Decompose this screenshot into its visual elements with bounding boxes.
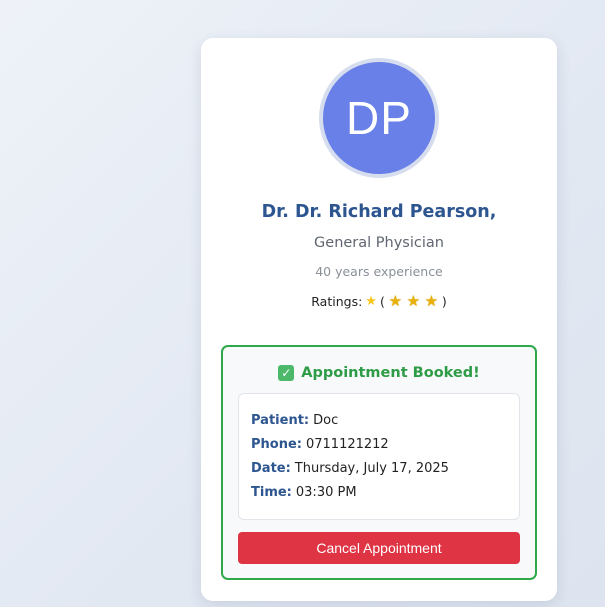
- detail-label: Date:: [251, 461, 291, 476]
- detail-row-phone: Phone: 0711121212: [251, 435, 507, 459]
- detail-label: Time:: [251, 485, 292, 500]
- appointment-details: Patient: Doc Phone: 0711121212 Date: Thursd…: [238, 393, 520, 520]
- booking-title-text: Appointment Booked!: [301, 365, 480, 381]
- doctor-name: Dr. Dr. Richard Pearson,: [261, 202, 497, 222]
- detail-row-time: Time: 03:30 PM: [251, 483, 507, 507]
- doctor-experience: 40 years experience: [315, 264, 443, 279]
- doctor-specialty: General Physician: [314, 235, 444, 251]
- avatar: DP: [319, 58, 439, 178]
- detail-row-patient: Patient: Doc: [251, 411, 507, 435]
- detail-row-date: Date: Thursday, July 17, 2025: [251, 459, 507, 483]
- avatar-initials: DP: [346, 92, 412, 144]
- detail-value: Thursday, July 17, 2025: [294, 461, 449, 476]
- booking-title: ✓ Appointment Booked!: [223, 365, 535, 381]
- star-icon: ★: [365, 294, 377, 309]
- doctor-card: DP Dr. Dr. Richard Pearson, General Phys…: [201, 38, 557, 601]
- detail-value: Doc: [313, 413, 339, 428]
- detail-value: 03:30 PM: [295, 485, 357, 500]
- star-badge-icon: ★: [388, 292, 403, 310]
- detail-label: Patient:: [251, 413, 310, 428]
- booking-confirmation: ✓ Appointment Booked! Patient: Doc Phone:…: [221, 345, 537, 580]
- star-badge-icon: ★: [424, 292, 439, 310]
- cancel-appointment-button[interactable]: Cancel Appointment: [238, 532, 520, 564]
- ratings-close-paren: ): [441, 294, 447, 309]
- ratings: Ratings: ★ ( ★ ★ ★ ): [201, 292, 557, 310]
- ratings-open-paren: (: [379, 294, 385, 309]
- detail-label: Phone:: [251, 437, 302, 452]
- check-icon: ✓: [278, 365, 295, 381]
- star-badge-icon: ★: [406, 292, 421, 310]
- detail-value: 0711121212: [305, 437, 389, 452]
- ratings-label: Ratings:: [311, 294, 363, 309]
